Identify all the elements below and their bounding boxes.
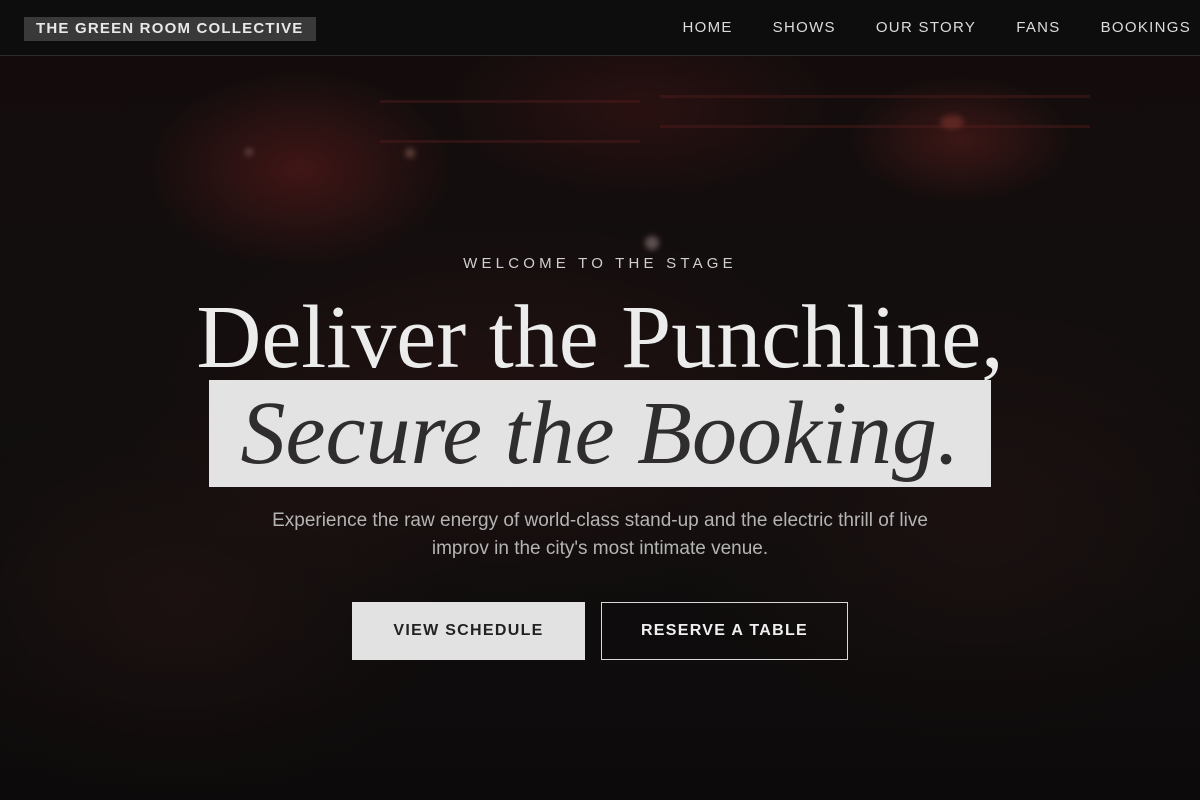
top-navigation-bar: THE GREEN ROOM COLLECTIVE HOME SHOWS OUR… [0,0,1200,56]
hero-headline-line-2: Secure the Booking. [240,384,960,483]
nav-link-home[interactable]: HOME [682,17,732,39]
nav-link-fans[interactable]: FANS [1016,17,1060,39]
page: THE GREEN ROOM COLLECTIVE HOME SHOWS OUR… [0,0,1200,800]
nav-link-bookings[interactable]: BOOKINGS [1101,17,1191,39]
nav-link-shows[interactable]: SHOWS [773,17,836,39]
brand-logo[interactable]: THE GREEN ROOM COLLECTIVE [24,17,316,41]
view-schedule-button[interactable]: VIEW SCHEDULE [352,602,585,660]
nav-links: HOME SHOWS OUR STORY FANS BOOKINGS [642,17,1191,39]
nav-link-our-story[interactable]: OUR STORY [876,17,976,39]
hero-subtext: Experience the raw energy of world-class… [272,510,928,559]
hero-section: WELCOME TO THE STAGE Deliver the Punchli… [0,56,1200,800]
hero-eyebrow: WELCOME TO THE STAGE [463,255,737,272]
reserve-table-button[interactable]: RESERVE A TABLE [601,602,848,660]
hero-headline-line-1: Deliver the Punchline, [196,288,1004,387]
hero-headline-highlight: Secure the Booking. [209,380,991,487]
